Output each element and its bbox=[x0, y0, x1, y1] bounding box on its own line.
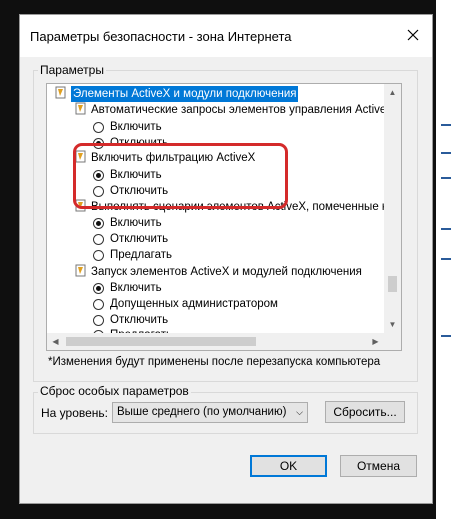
activex-category-icon bbox=[75, 150, 86, 163]
restart-note: *Изменения будут применены после перезап… bbox=[48, 356, 381, 368]
radio-label: Включить bbox=[110, 217, 162, 229]
radio-cat4-disable[interactable] bbox=[93, 315, 104, 326]
radio-label: Отключить bbox=[110, 185, 169, 197]
activex-category-icon bbox=[75, 199, 86, 212]
vertical-scrollbar[interactable]: ▲ ▼ bbox=[384, 84, 401, 350]
radio-cat2-disable[interactable] bbox=[93, 186, 104, 197]
close-icon bbox=[407, 29, 419, 41]
background-mark bbox=[441, 124, 451, 126]
radio-label: Включить bbox=[110, 121, 162, 133]
scroll-right-arrow-icon[interactable]: ▶ bbox=[367, 333, 384, 350]
radio-label: Допущенных администратором bbox=[110, 298, 278, 310]
reset-level-value: Выше среднего (по умолчанию) bbox=[117, 406, 287, 418]
radio-label: Включить bbox=[110, 169, 162, 181]
title-bar: Параметры безопасности - зона Интернета bbox=[20, 15, 432, 57]
reset-group-label: Сброс особых параметров bbox=[38, 384, 191, 398]
radio-label: Отключить bbox=[110, 233, 169, 245]
scroll-down-arrow-icon[interactable]: ▼ bbox=[384, 316, 401, 333]
radio-cat3-disable[interactable] bbox=[93, 234, 104, 245]
tree-category-activex-filter: Включить фильтрацию ActiveX bbox=[91, 152, 256, 164]
reset-level-select[interactable]: Выше среднего (по умолчанию) ⌵ bbox=[112, 402, 308, 423]
radio-cat1-enable[interactable] bbox=[93, 122, 104, 133]
background-mark bbox=[441, 177, 451, 179]
tree-category-script-activex: Выполнять сценарии элементов ActiveX, по… bbox=[91, 201, 399, 213]
activex-category-icon bbox=[75, 264, 86, 277]
vertical-scroll-thumb[interactable] bbox=[388, 276, 397, 292]
security-settings-dialog: Параметры безопасности - зона Интернета … bbox=[19, 14, 433, 504]
radio-cat1-disable[interactable] bbox=[93, 138, 104, 149]
radio-label: Отключить bbox=[110, 314, 169, 326]
reset-level-label: На уровень: bbox=[41, 406, 109, 420]
radio-cat2-enable[interactable] bbox=[93, 170, 104, 181]
tree-category-auto-prompt: Автоматические запросы элементов управле… bbox=[91, 104, 394, 116]
reset-button[interactable]: Сбросить... bbox=[325, 401, 405, 423]
tree-category-run-activex: Запуск элементов ActiveX и модулей подкл… bbox=[91, 266, 362, 278]
activex-category-icon bbox=[75, 102, 86, 115]
dialog-title: Параметры безопасности - зона Интернета bbox=[30, 29, 292, 44]
activex-category-icon bbox=[55, 86, 66, 99]
background-mark bbox=[441, 335, 451, 337]
radio-label: Предлагать bbox=[110, 249, 172, 261]
background-mark bbox=[441, 152, 451, 154]
settings-tree[interactable]: Элементы ActiveX и модули подключения Ав… bbox=[46, 83, 402, 351]
settings-group-label: Параметры bbox=[38, 63, 106, 77]
cancel-button[interactable]: Отмена bbox=[340, 455, 417, 477]
radio-cat3-enable[interactable] bbox=[93, 218, 104, 229]
radio-label: Отключить bbox=[110, 137, 169, 149]
close-button[interactable] bbox=[402, 24, 424, 46]
radio-cat3-prompt[interactable] bbox=[93, 250, 104, 261]
radio-cat4-admin-approved[interactable] bbox=[93, 299, 104, 310]
background-mark bbox=[441, 228, 451, 230]
radio-cat4-enable[interactable] bbox=[93, 283, 104, 294]
scroll-left-arrow-icon[interactable]: ◀ bbox=[47, 333, 64, 350]
horizontal-scroll-thumb[interactable] bbox=[66, 337, 256, 346]
tree-root-activex[interactable]: Элементы ActiveX и модули подключения bbox=[71, 86, 299, 102]
ok-button[interactable]: OK bbox=[250, 455, 327, 477]
chevron-down-icon: ⌵ bbox=[296, 407, 303, 417]
horizontal-scrollbar[interactable]: ◀ ▶ bbox=[47, 333, 401, 350]
scroll-up-arrow-icon[interactable]: ▲ bbox=[384, 84, 401, 101]
radio-label: Включить bbox=[110, 282, 162, 294]
background-mark bbox=[441, 258, 451, 260]
